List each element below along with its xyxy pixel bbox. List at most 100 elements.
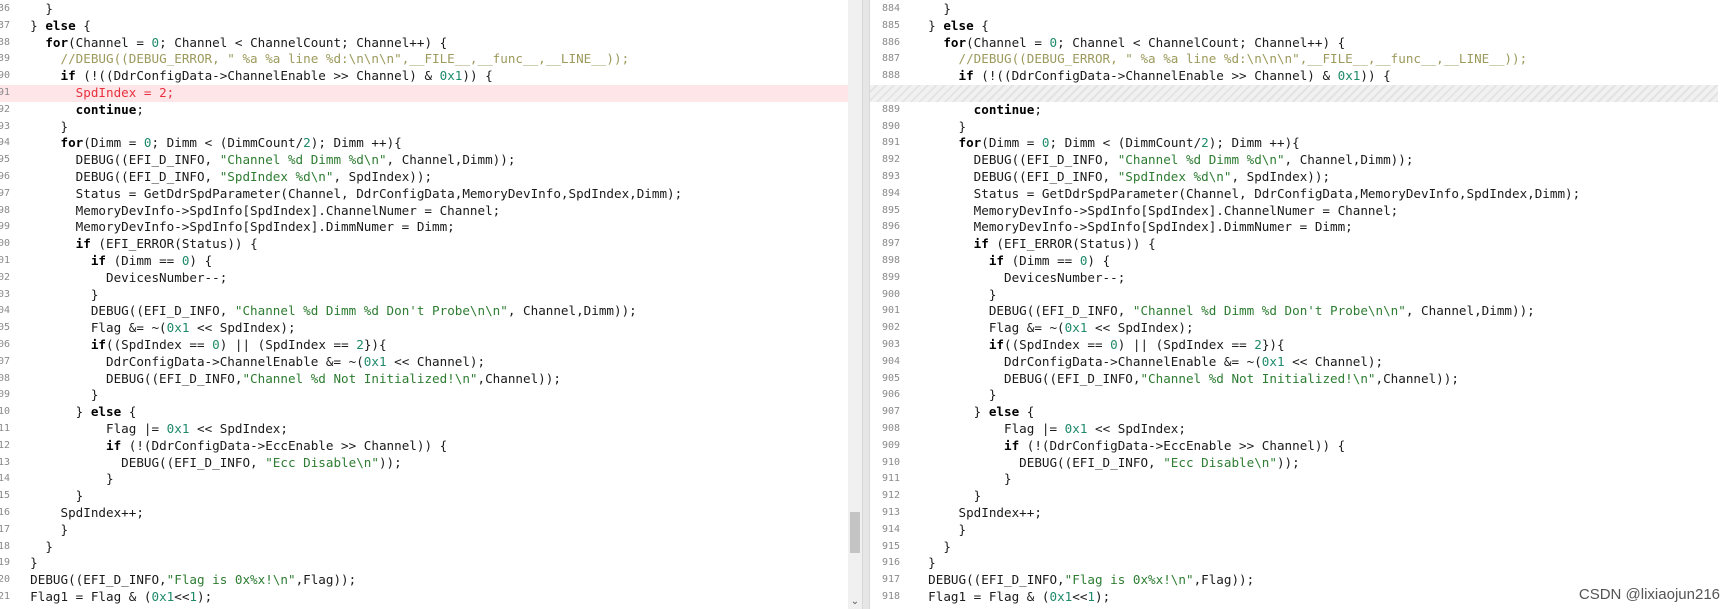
right-diff-pane[interactable]: 884 } 885 } else {886 for(Channel = 0; Ch…: [870, 0, 1732, 609]
left-diff-pane[interactable]: 36 } 37 } else {38 for(Channel = 0; Chann…: [0, 0, 848, 609]
right-code-line[interactable]: 915 }: [870, 539, 1732, 556]
line-number: 09: [0, 389, 10, 401]
code-token: (!(DdrConfigData->EccEnable >> Channel))…: [121, 437, 448, 453]
left-code-line[interactable]: 01 if (Dimm == 0) {: [0, 253, 848, 270]
code-token: DevicesNumber--;: [15, 269, 228, 285]
left-code-line[interactable]: 19 }: [0, 555, 848, 572]
left-code-line[interactable]: 03 }: [0, 287, 848, 304]
right-code-line[interactable]: 887 //DEBUG((DEBUG_ERROR, " %a %a line %…: [870, 51, 1732, 68]
pane-divider[interactable]: [862, 0, 870, 609]
right-code-line[interactable]: 894 Status = GetDdrSpdParameter(Channel,…: [870, 186, 1732, 203]
right-code-line[interactable]: 902 Flag &= ~(0x1 << SpdIndex);: [870, 320, 1732, 337]
left-code-line[interactable]: 18 }: [0, 539, 848, 556]
right-code-line[interactable]: 885 } else {: [870, 18, 1732, 35]
left-code-line[interactable]: 04 DEBUG((EFI_D_INFO, "Channel %d Dimm %…: [0, 303, 848, 320]
line-number: 884: [881, 3, 900, 14]
right-code-line[interactable]: 906 }: [870, 387, 1732, 404]
left-code-line[interactable]: 95 DEBUG((EFI_D_INFO, "Channel %d Dimm %…: [0, 152, 848, 169]
line-number: 885: [881, 19, 900, 31]
right-code-line[interactable]: 903 if((SpdIndex == 0) || (SpdIndex == 2…: [870, 337, 1732, 354]
right-code-line[interactable]: 884 }: [870, 1, 1732, 18]
left-code-line[interactable]: 90 if (!((DdrConfigData->ChannelEnable >…: [0, 68, 848, 85]
left-scroll-thumb[interactable]: [850, 511, 860, 554]
line-number: 03: [0, 288, 10, 300]
left-code-line[interactable]: 93 }: [0, 119, 848, 136]
left-code-line[interactable]: 96 DEBUG((EFI_D_INFO, "SpdIndex %d\n", S…: [0, 169, 848, 186]
left-code-line[interactable]: 36 }: [0, 1, 848, 18]
left-code-line[interactable]: 06 if((SpdIndex == 0) || (SpdIndex == 2}…: [0, 337, 848, 354]
left-code-line[interactable]: 14 }: [0, 471, 848, 488]
code-token: }: [913, 1, 951, 16]
code-text: }: [913, 522, 966, 539]
left-code-line[interactable]: 99 MemoryDevInfo->SpdInfo[SpdIndex].Dimm…: [0, 219, 848, 236]
left-code-line[interactable]: 37 } else {: [0, 18, 848, 35]
left-code-line[interactable]: 20 DEBUG((EFI_D_INFO,"Flag is 0x%x!\n",F…: [0, 572, 848, 589]
left-code-line[interactable]: 21 Flag1 = Flag & (0x1<<1);: [0, 589, 848, 606]
right-code-line[interactable]: 886 for(Channel = 0; Channel < ChannelCo…: [870, 35, 1732, 52]
right-code-line[interactable]: 893 DEBUG((EFI_D_INFO, "SpdIndex %d\n", …: [870, 169, 1732, 186]
line-number: 08: [0, 372, 10, 384]
code-token: DEBUG((EFI_D_INFO,: [913, 303, 1133, 319]
right-code-line[interactable]: 900 }: [870, 287, 1732, 304]
right-code-line[interactable]: 890 }: [870, 119, 1732, 136]
right-code-line[interactable]: 895 MemoryDevInfo->SpdInfo[SpdIndex].Cha…: [870, 203, 1732, 220]
line-number: 916: [881, 557, 900, 569]
left-code-line[interactable]: 15 }: [0, 488, 848, 505]
left-code-line[interactable]: 16 SpdIndex++;: [0, 505, 848, 522]
left-code-line[interactable]: 97 Status = GetDdrSpdParameter(Channel, …: [0, 186, 848, 203]
left-code-line[interactable]: 08 DEBUG((EFI_D_INFO,"Channel %d Not Ini…: [0, 371, 848, 388]
right-code-line[interactable]: 907 } else {: [870, 404, 1732, 421]
left-code-line[interactable]: 92 continue;: [0, 102, 848, 119]
right-code-line[interactable]: 914 }: [870, 522, 1732, 539]
left-code-line[interactable]: 98 MemoryDevInfo->SpdInfo[SpdIndex].Chan…: [0, 203, 848, 220]
left-code-line[interactable]: 09 }: [0, 387, 848, 404]
right-code-line[interactable]: 911 }: [870, 471, 1732, 488]
right-code-line[interactable]: 909 if (!(DdrConfigData->EccEnable >> Ch…: [870, 438, 1732, 455]
code-text: }: [15, 287, 99, 304]
right-code-line[interactable]: 901 DEBUG((EFI_D_INFO, "Channel %d Dimm …: [870, 303, 1732, 320]
left-code-line[interactable]: 05 Flag &= ~(0x1 << SpdIndex);: [0, 320, 848, 337]
left-vertical-scrollbar[interactable]: ⌄: [848, 0, 862, 609]
right-code-line[interactable]: 892 DEBUG((EFI_D_INFO, "Channel %d Dimm …: [870, 152, 1732, 169]
right-code-line[interactable]: 912 }: [870, 488, 1732, 505]
left-code-line[interactable]: 11 Flag |= 0x1 << SpdIndex;: [0, 421, 848, 438]
right-code-line[interactable]: 891 for(Dimm = 0; Dimm < (DimmCount/2); …: [870, 135, 1732, 152]
right-code-line[interactable]: 910 DEBUG((EFI_D_INFO, "Ecc Disable\n"))…: [870, 455, 1732, 472]
left-code-line[interactable]: 07 DdrConfigData->ChannelEnable &= ~(0x1…: [0, 354, 848, 371]
left-code-line[interactable]: 17 }: [0, 522, 848, 539]
right-code-line[interactable]: 905 DEBUG((EFI_D_INFO,"Channel %d Not In…: [870, 371, 1732, 388]
right-vertical-scrollbar[interactable]: [1718, 0, 1732, 609]
left-code-line[interactable]: 39 //DEBUG((DEBUG_ERROR, " %a %a line %d…: [0, 51, 848, 68]
code-token: Status = GetDdrSpdParameter(Channel, Ddr…: [913, 185, 1581, 201]
code-text: }: [15, 387, 99, 404]
right-code-line-placeholder[interactable]: [870, 84, 1732, 102]
left-code-line[interactable]: 10 } else {: [0, 404, 848, 421]
right-code-line[interactable]: 916 }: [870, 555, 1732, 572]
left-code-line[interactable]: 13 DEBUG((EFI_D_INFO, "Ecc Disable\n"));: [0, 455, 848, 472]
code-text: MemoryDevInfo->SpdInfo[SpdIndex].Channel…: [15, 203, 501, 220]
left-code-line[interactable]: 02 DevicesNumber--;: [0, 270, 848, 287]
left-code-line[interactable]: 12 if (!(DdrConfigData->EccEnable >> Cha…: [0, 438, 848, 455]
right-code-line[interactable]: 904 DdrConfigData->ChannelEnable &= ~(0x…: [870, 354, 1732, 371]
left-code-line[interactable]: 00 if (EFI_ERROR(Status)) {: [0, 236, 848, 253]
code-token: ((SpdIndex ==: [106, 336, 213, 352]
line-number: 901: [881, 305, 900, 317]
right-code-line[interactable]: 898 if (Dimm == 0) {: [870, 253, 1732, 270]
code-text: for(Channel = 0; Channel < ChannelCount;…: [15, 35, 447, 52]
line-number: 37: [0, 19, 10, 31]
code-token: (Channel =: [966, 34, 1050, 50]
right-code-line[interactable]: 899 DevicesNumber--;: [870, 270, 1732, 287]
right-code-line[interactable]: 897 if (EFI_ERROR(Status)) {: [870, 236, 1732, 253]
right-code-line[interactable]: 889 continue;: [870, 102, 1732, 119]
left-code-line[interactable]: 94 for(Dimm = 0; Dimm < (DimmCount/2); D…: [0, 135, 848, 152]
scroll-down-arrow-icon[interactable]: ⌄: [848, 595, 862, 609]
line-number: 18: [0, 540, 10, 552]
right-code-line[interactable]: 908 Flag |= 0x1 << SpdIndex;: [870, 421, 1732, 438]
right-code-line[interactable]: 888 if (!((DdrConfigData->ChannelEnable …: [870, 68, 1732, 85]
left-code-line[interactable]: 38 for(Channel = 0; Channel < ChannelCou…: [0, 35, 848, 52]
right-code-line[interactable]: 913 SpdIndex++;: [870, 505, 1732, 522]
code-text: SpdIndex++;: [15, 505, 143, 522]
left-code-line-removed[interactable]: 91 SpdIndex = 2;: [0, 84, 848, 102]
right-code-line[interactable]: 896 MemoryDevInfo->SpdInfo[SpdIndex].Dim…: [870, 219, 1732, 236]
